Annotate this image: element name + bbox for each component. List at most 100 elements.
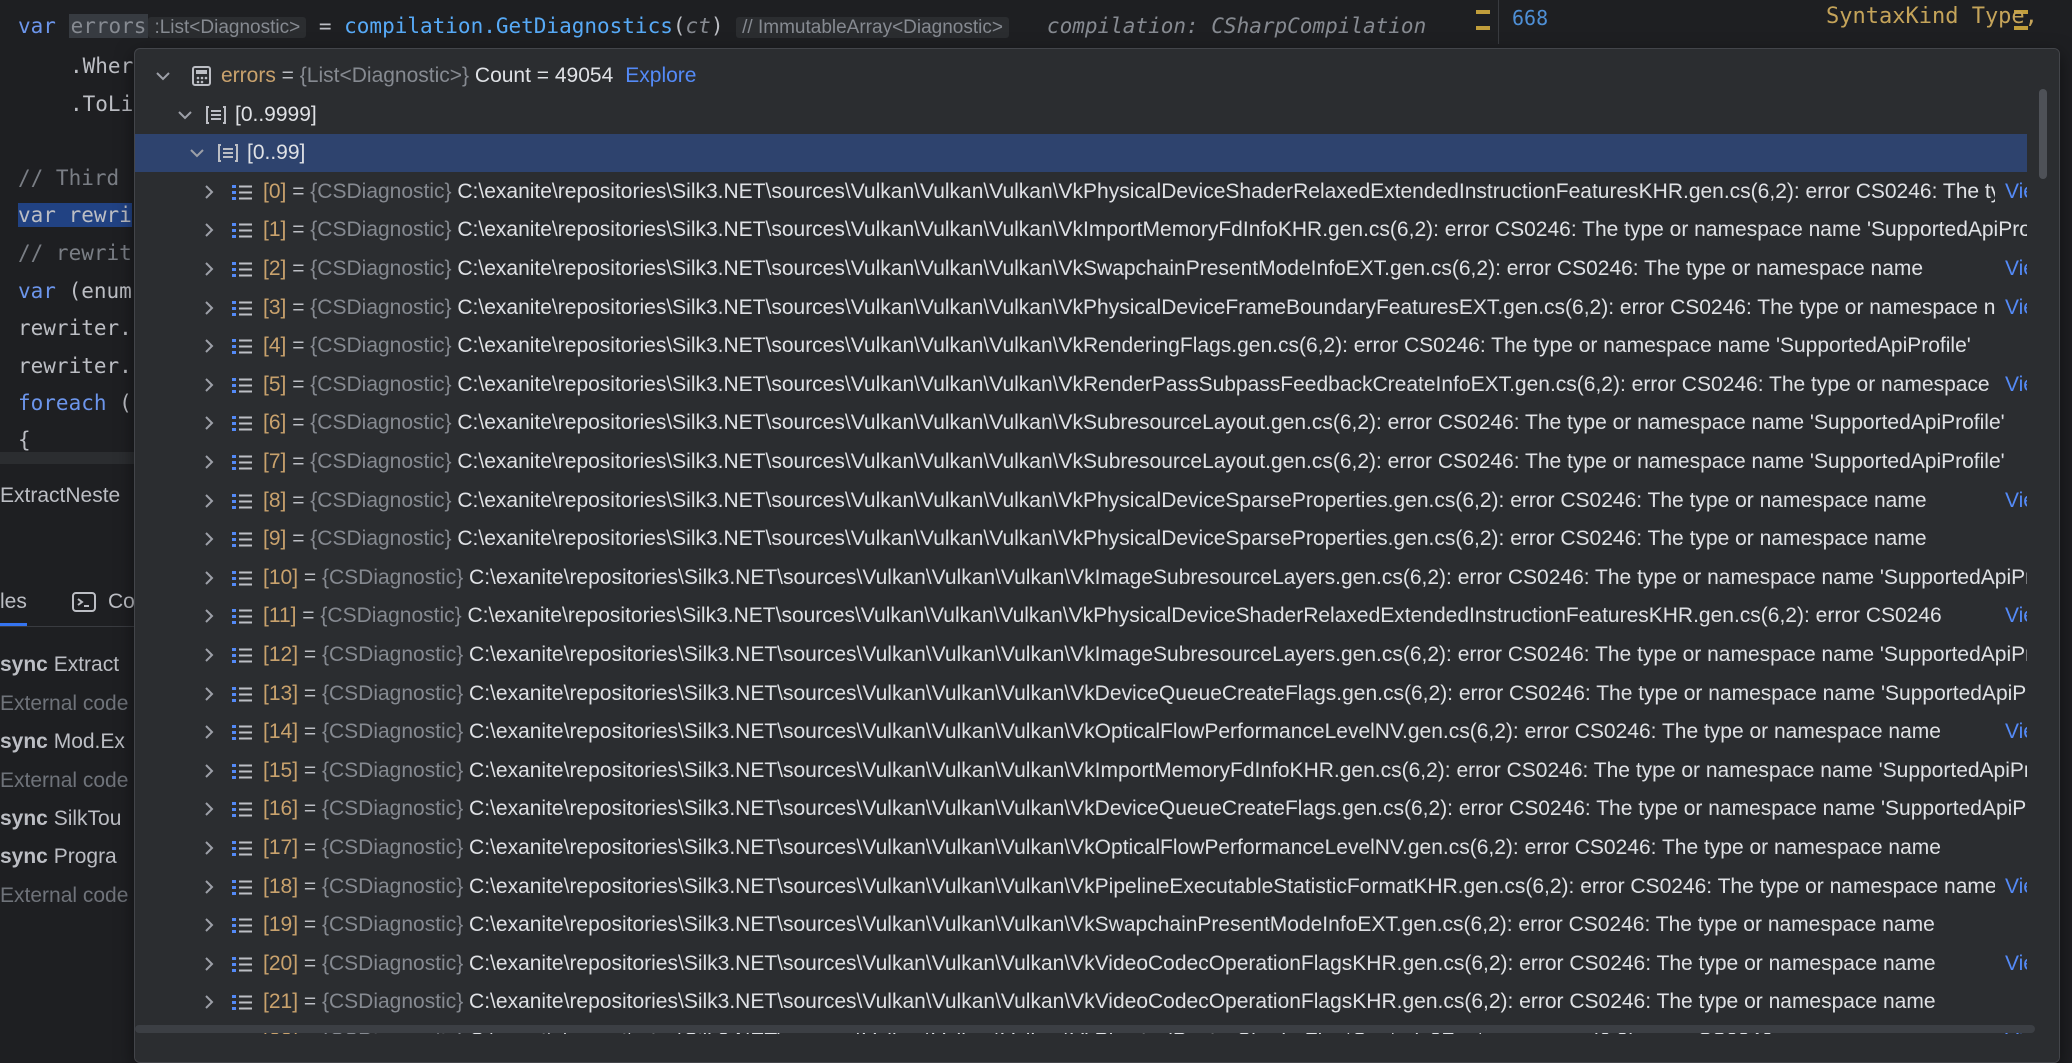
diagnostic-row[interactable]: [14] = {CSDiagnostic} C:\exanite\reposit… [135,713,2051,751]
diagnostic-message: C:\exanite\repositories\Silk3.NET\source… [451,450,2005,473]
value-type: {CSDiagnostic} [321,874,464,898]
diagnostic-row[interactable]: [10] = {CSDiagnostic} C:\exanite\reposit… [135,559,2059,597]
diagnostic-row-text: [3] = {CSDiagnostic} C:\exanite\reposito… [263,296,2036,320]
stack-frame[interactable]: sync SilkTou [0,807,121,831]
item-index: [19] [263,913,299,937]
chevron-right-icon[interactable] [199,597,219,635]
diagnostic-row[interactable]: [21] = {CSDiagnostic} C:\exanite\reposit… [135,983,2035,1021]
diagnostic-row[interactable]: [1] = {CSDiagnostic} C:\exanite\reposito… [135,211,2059,249]
chevron-right-icon[interactable] [199,829,219,867]
list-item-icon [231,568,253,588]
chevron-right-icon[interactable] [199,636,219,674]
diagnostic-row[interactable]: [11] = {CSDiagnostic} C:\exanite\reposit… [135,597,2051,635]
value-type: {CSDiagnostic} [321,836,464,859]
diagnostic-row[interactable]: [0] = {CSDiagnostic} C:\exanite\reposito… [135,173,2059,211]
code-comment-rewrit: // rewrit [18,241,132,265]
chevron-right-icon[interactable] [199,559,219,597]
value-type: {CSDiagnostic} [310,257,452,280]
diagnostic-message: C:\exanite\repositories\Silk3.NET\source… [451,411,2005,435]
chevron-right-icon[interactable] [199,443,219,481]
equals-sign: = [286,488,311,512]
list-item-icon [231,413,253,433]
diagnostic-message: C:\exanite\repositories\Silk3.NET\source… [451,218,2060,242]
diagnostic-row[interactable]: [3] = {CSDiagnostic} C:\exanite\reposito… [135,289,2051,327]
external-code-frame[interactable]: External code [0,884,128,908]
chevron-right-icon[interactable] [199,327,219,365]
chevron-right-icon[interactable] [199,675,219,713]
external-code-frame[interactable]: External code [0,692,128,716]
chevron-right-icon[interactable] [199,289,219,327]
external-code-frame[interactable]: External code [0,769,128,793]
stack-frame[interactable]: sync Progra [0,845,117,869]
horizontal-scrollbar[interactable] [135,1025,2035,1033]
stack-frame[interactable]: sync Extract [0,653,119,677]
debugger-value-popup[interactable]: errors = {List<Diagnostic>} Count = 4905… [134,48,2060,1063]
chevron-right-icon[interactable] [199,482,219,520]
diagnostic-row[interactable]: [16] = {CSDiagnostic} C:\exanite\reposit… [135,790,2059,828]
chevron-right-icon[interactable] [199,366,219,404]
chevron-right-icon[interactable] [199,404,219,442]
diagnostic-row[interactable]: [5] = {CSDiagnostic} C:\exanite\reposito… [135,366,2051,404]
item-index: [12] [263,643,299,666]
diagnostic-row[interactable]: [6] = {CSDiagnostic} C:\exanite\reposito… [135,404,2035,442]
tab-files[interactable]: les [0,590,27,626]
chevron-down-icon[interactable] [187,134,207,172]
diagnostic-row[interactable]: [18] = {CSDiagnostic} C:\exanite\reposit… [135,868,2051,906]
diagnostic-row[interactable]: [20] = {CSDiagnostic} C:\exanite\reposit… [135,945,2051,983]
chevron-right-icon[interactable] [199,945,219,983]
equals-sign: = [286,334,311,358]
value-type: {CSDiagnostic} [321,951,464,975]
popup-right-edge [2027,49,2059,1062]
variable-errors[interactable]: errors [68,14,149,38]
chevron-right-icon[interactable] [199,983,219,1021]
tree-group-row[interactable]: [0..99] [135,134,2035,173]
tab-console[interactable]: Co [108,590,135,614]
chevron-right-icon[interactable] [199,752,219,790]
diagnostic-row[interactable]: [9] = {CSDiagnostic} C:\exanite\reposito… [135,520,2035,558]
explore-link[interactable]: Explore [625,64,696,87]
chevron-right-icon[interactable] [199,713,219,751]
value-type: {CSDiagnostic} [320,604,462,628]
diagnostic-row[interactable]: [7] = {CSDiagnostic} C:\exanite\reposito… [135,443,2035,481]
value-type: {CSDiagnostic} [310,295,452,319]
value-type: {CSDiagnostic} [310,179,452,203]
diagnostic-row[interactable]: [17] = {CSDiagnostic} C:\exanite\reposit… [135,829,2035,867]
diagnostic-row[interactable]: [13] = {CSDiagnostic} C:\exanite\reposit… [135,675,2059,713]
diagnostic-row[interactable]: [12] = {CSDiagnostic} C:\exanite\reposit… [135,636,2059,674]
chevron-right-icon[interactable] [199,250,219,288]
list-item-icon [231,954,253,974]
chevron-right-icon[interactable] [199,211,219,249]
chevron-right-icon[interactable] [199,790,219,828]
tool-window-splitter[interactable] [0,452,140,464]
list-item-icon [231,491,253,511]
vertical-scrollbar[interactable] [2039,89,2047,179]
value-type: {CSDiagnostic} [321,758,464,782]
frame-label: Extract [47,653,120,676]
diagnostic-row[interactable]: [4] = {CSDiagnostic} C:\exanite\reposito… [135,327,2035,365]
list-item-icon [231,182,253,202]
tree-root-row[interactable]: errors = {List<Diagnostic>} Count = 4905… [135,57,2035,95]
item-index: [7] [263,450,287,473]
item-index: [17] [263,836,299,859]
chevron-down-icon[interactable] [175,96,195,134]
code-line-rewriter-call1: rewriter. [18,316,132,340]
diagnostic-row[interactable]: [19] = {CSDiagnostic} C:\exanite\reposit… [135,906,2035,944]
chevron-right-icon[interactable] [199,868,219,906]
tree-group-row[interactable]: [0..9999] [135,96,2035,134]
diagnostic-row[interactable]: [2] = {CSDiagnostic} C:\exanite\reposito… [135,250,2051,288]
chevron-down-icon[interactable] [153,57,173,95]
diagnostic-row-text: [2] = {CSDiagnostic} C:\exanite\reposito… [263,257,1923,281]
tool-window-tabs: les Co [0,582,140,627]
diagnostic-row[interactable]: [8] = {CSDiagnostic} C:\exanite\reposito… [135,482,2051,520]
console-icon [72,592,96,612]
stack-frame[interactable]: sync Mod.Ex [0,730,125,754]
list-item-icon [231,220,253,240]
item-index: [14] [263,720,299,744]
diagnostic-row-text: [4] = {CSDiagnostic} C:\exanite\reposito… [263,334,1971,358]
chevron-right-icon[interactable] [199,906,219,944]
chevron-right-icon[interactable] [199,173,219,211]
chevron-right-icon[interactable] [199,520,219,558]
diagnostic-row-text: [16] = {CSDiagnostic} C:\exanite\reposit… [263,797,2059,821]
inlay-type-hint: :List<Diagnostic> [148,17,307,38]
diagnostic-row[interactable]: [15] = {CSDiagnostic} C:\exanite\reposit… [135,752,2059,790]
